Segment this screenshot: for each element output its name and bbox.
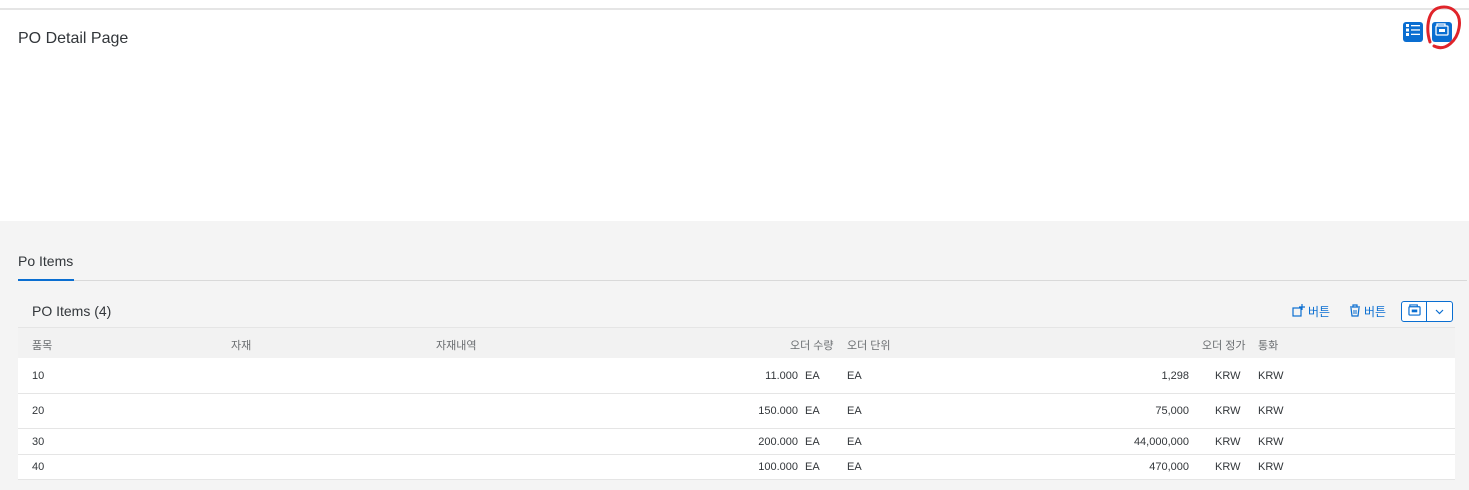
add-button-label: 버튼	[1308, 305, 1331, 319]
chevron-down-icon	[1435, 307, 1444, 317]
section-content: Po Items PO Items (4) 버튼 버튼 품목 자재 자재내역 오…	[0, 221, 1469, 490]
column-header-currency[interactable]: 통화	[1258, 337, 1278, 353]
cell-qty-unit: EA	[805, 461, 820, 473]
table-body: 10 11.000 EA EA 1,298 KRW KRW 20 150.000…	[18, 358, 1455, 480]
object-page-header: PO Detail Page	[0, 10, 1469, 221]
cell-order-qty: 200.000	[758, 436, 798, 448]
tab-selected-indicator	[18, 279, 74, 281]
cell-item: 20	[32, 405, 45, 417]
cell-item: 40	[32, 461, 45, 473]
table-row[interactable]: 10 11.000 EA EA 1,298 KRW KRW	[18, 358, 1455, 394]
export-dropdown-arrow[interactable]	[1427, 302, 1452, 321]
cell-qty-unit: EA	[805, 370, 820, 382]
copy-button[interactable]	[1432, 22, 1452, 42]
column-header-item[interactable]: 품목	[32, 337, 52, 353]
export-main-button[interactable]	[1402, 302, 1427, 321]
cell-currency: KRW	[1258, 461, 1284, 473]
delete-button[interactable]: 버튼	[1349, 303, 1386, 320]
column-header-order-qty[interactable]: 오더 수량	[790, 337, 834, 353]
cell-order-unit: EA	[847, 405, 862, 417]
export-menu-button[interactable]	[1401, 301, 1453, 322]
cell-order-qty: 100.000	[758, 461, 798, 473]
cell-price-currency: KRW	[1215, 436, 1241, 448]
add-button[interactable]: 버튼	[1292, 303, 1330, 320]
cell-currency: KRW	[1258, 370, 1284, 382]
cell-item: 10	[32, 370, 45, 382]
cell-item: 30	[32, 436, 45, 448]
column-header-net-price[interactable]: 오더 정가	[1202, 337, 1246, 353]
page-title: PO Detail Page	[18, 30, 129, 47]
copy-icon	[1407, 303, 1421, 321]
cell-currency: KRW	[1258, 436, 1284, 448]
trash-icon	[1349, 303, 1361, 320]
copy-icon	[1435, 23, 1449, 41]
cell-order-qty: 150.000	[758, 405, 798, 417]
list-icon	[1406, 23, 1420, 41]
cell-qty-unit: EA	[805, 405, 820, 417]
table-row[interactable]: 20 150.000 EA EA 75,000 KRW KRW	[18, 394, 1455, 429]
cell-order-unit: EA	[847, 370, 862, 382]
delete-button-label: 버튼	[1364, 305, 1387, 319]
cell-price-currency: KRW	[1215, 461, 1241, 473]
tab-po-items[interactable]: Po Items	[18, 253, 73, 269]
tab-bar-divider	[18, 280, 1467, 281]
cell-order-unit: EA	[847, 461, 862, 473]
cell-qty-unit: EA	[805, 436, 820, 448]
table-row[interactable]: 30 200.000 EA EA 44,000,000 KRW KRW	[18, 429, 1455, 455]
column-header-material[interactable]: 자재	[231, 337, 251, 353]
column-header-material-desc[interactable]: 자재내역	[436, 337, 476, 353]
column-header-order-unit[interactable]: 오더 단위	[847, 337, 891, 353]
table-column-header: 품목 자재 자재내역 오더 수량 오더 단위 오더 정가 통화	[18, 327, 1455, 359]
table-title: PO Items (4)	[32, 303, 112, 319]
cell-order-qty: 11.000	[765, 370, 798, 382]
cell-net-price: 44,000,000	[1133, 436, 1189, 448]
cell-order-unit: EA	[847, 436, 862, 448]
table-row[interactable]: 40 100.000 EA EA 470,000 KRW KRW	[18, 455, 1455, 480]
cell-price-currency: KRW	[1215, 405, 1241, 417]
cell-price-currency: KRW	[1215, 370, 1241, 382]
cell-currency: KRW	[1258, 405, 1284, 417]
cell-net-price: 75,000	[1155, 405, 1189, 417]
add-icon	[1292, 303, 1305, 320]
cell-net-price: 470,000	[1149, 461, 1189, 473]
cell-net-price: 1,298	[1161, 370, 1189, 382]
list-view-button[interactable]	[1403, 22, 1423, 42]
